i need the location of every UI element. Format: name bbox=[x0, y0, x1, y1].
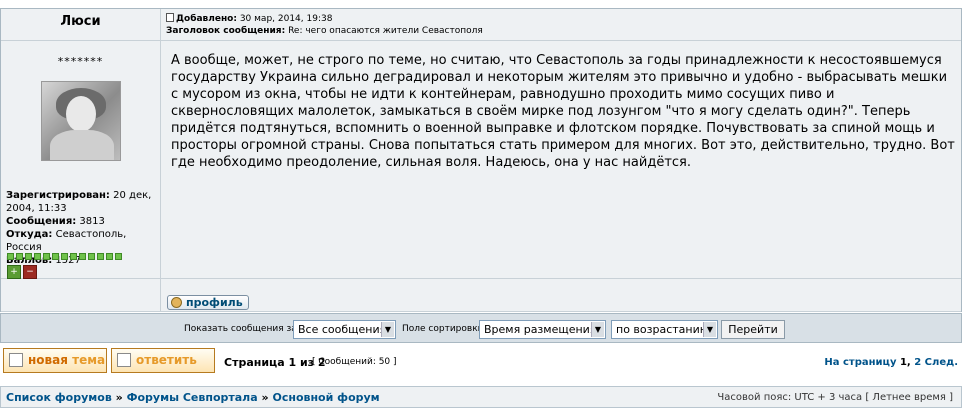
column-divider bbox=[160, 9, 161, 311]
new-topic-button[interactable]: новая тема bbox=[3, 348, 107, 373]
page-info: Страница 1 из 2 bbox=[224, 356, 326, 369]
current-page: 1 bbox=[899, 357, 907, 368]
post-meta: Добавлено: 30 мар, 2014, 19:38 Заголовок… bbox=[166, 13, 483, 37]
show-messages-select[interactable]: Все сообщения ▼ bbox=[293, 320, 396, 339]
chevron-down-icon: ▼ bbox=[591, 322, 604, 337]
profile-button[interactable]: профиль bbox=[167, 295, 249, 310]
pagination: На страницу 1, 2 След. bbox=[824, 357, 958, 368]
registered-label: Зарегистрирован: bbox=[6, 190, 110, 201]
reputation-icons: + − bbox=[7, 265, 37, 279]
breadcrumb-separator: » bbox=[261, 391, 269, 404]
post-table: Люси Добавлено: 30 мар, 2014, 19:38 Заго… bbox=[0, 8, 962, 312]
breadcrumb-sevportal-forums[interactable]: Форумы Севпортала bbox=[127, 391, 258, 404]
breadcrumb-main-forum[interactable]: Основной форум bbox=[272, 391, 379, 404]
sort-bar: Показать сообщения за: Все сообщения ▼ П… bbox=[0, 313, 962, 343]
reputation-plus-icon[interactable]: + bbox=[7, 265, 21, 279]
added-label: Добавлено: bbox=[176, 14, 237, 24]
post-body: А вообще, может, не строго по теме, но с… bbox=[171, 53, 955, 170]
show-messages-label: Показать сообщения за: bbox=[184, 324, 300, 334]
avatar bbox=[41, 81, 121, 161]
new-topic-word2: тема bbox=[72, 353, 106, 367]
from-label: Откуда: bbox=[6, 229, 53, 240]
post-icon[interactable] bbox=[166, 13, 174, 22]
sort-field-select[interactable]: Время размещения ▼ bbox=[479, 320, 606, 339]
page-separator: , bbox=[906, 357, 911, 368]
messages-label: Сообщения: bbox=[6, 216, 77, 227]
go-button[interactable]: Перейти bbox=[721, 320, 785, 339]
added-date: 30 мар, 2014, 19:38 bbox=[239, 14, 333, 24]
reply-label: ответить bbox=[136, 353, 197, 367]
reply-icon bbox=[117, 353, 131, 367]
author-rank: ******* bbox=[57, 55, 104, 68]
points-bar bbox=[7, 253, 122, 260]
goto-page-label: На страницу bbox=[824, 357, 897, 368]
posts-count: [ Сообщений: 50 ] bbox=[312, 357, 397, 367]
breadcrumb: Список форумов » Форумы Севпортала » Осн… bbox=[6, 391, 380, 404]
post-subject: Re: чего опасаются жители Севастополя bbox=[288, 26, 483, 36]
new-topic-icon bbox=[9, 353, 23, 367]
subject-label: Заголовок сообщения: bbox=[166, 26, 286, 36]
post-author-name[interactable]: Люси bbox=[1, 14, 160, 29]
profile-button-label: профиль bbox=[186, 296, 243, 309]
breadcrumb-separator: » bbox=[115, 391, 123, 404]
messages-count: 3813 bbox=[79, 216, 105, 227]
footer-divider bbox=[1, 278, 961, 279]
chevron-down-icon: ▼ bbox=[703, 322, 716, 337]
page-link-2[interactable]: 2 bbox=[914, 357, 921, 368]
timezone-info: Часовой пояс: UTC + 3 часа [ Летнее врем… bbox=[717, 392, 953, 403]
reputation-minus-icon[interactable]: − bbox=[23, 265, 37, 279]
sort-order-value: по возрастанию bbox=[616, 323, 710, 336]
breadcrumb-forum-list[interactable]: Список форумов bbox=[6, 391, 112, 404]
header-divider bbox=[1, 40, 961, 41]
sort-field-value: Время размещения bbox=[484, 323, 597, 336]
sort-order-select[interactable]: по возрастанию ▼ bbox=[611, 320, 718, 339]
show-messages-value: Все сообщения bbox=[298, 323, 387, 336]
new-topic-word1: новая bbox=[28, 353, 68, 367]
footer-bar: Список форумов » Форумы Севпортала » Осн… bbox=[0, 386, 962, 408]
sort-field-label: Поле сортировки bbox=[402, 324, 484, 334]
next-page-link[interactable]: След. bbox=[925, 357, 958, 368]
chevron-down-icon: ▼ bbox=[381, 322, 394, 337]
bottom-divider bbox=[1, 311, 961, 312]
reply-button[interactable]: ответить bbox=[111, 348, 215, 373]
user-icon bbox=[171, 297, 182, 308]
